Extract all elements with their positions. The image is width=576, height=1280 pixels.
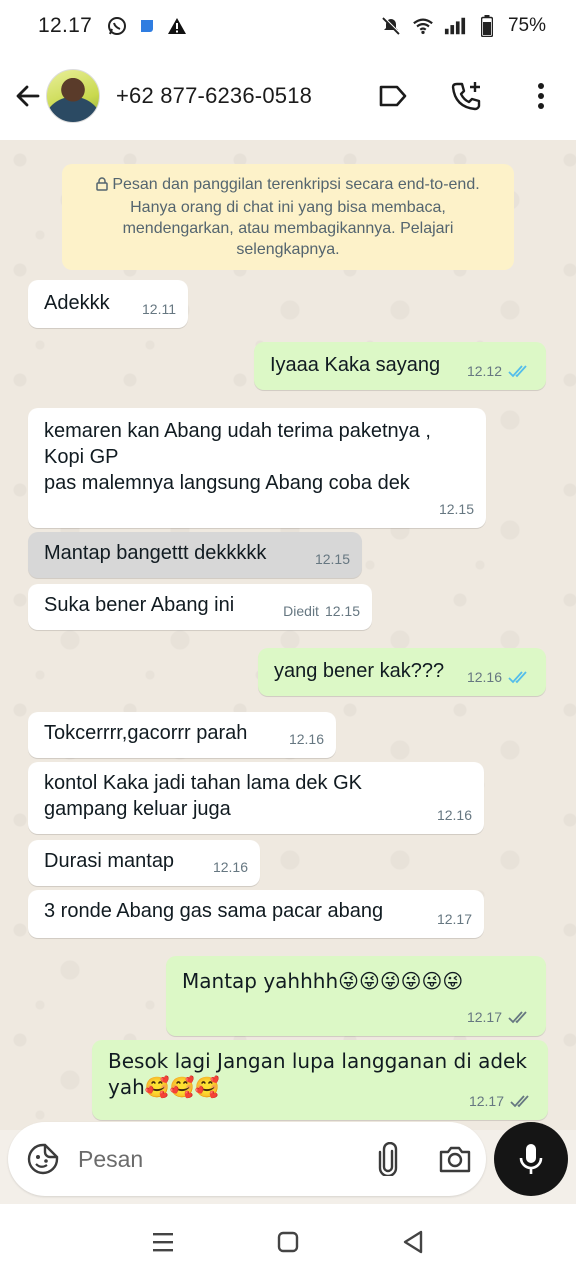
chat-area[interactable]: Pesan dan panggilan terenkripsi secara e… [0,140,576,1130]
message-time: 12.16 [212,859,248,875]
message-bubble-incoming[interactable]: Adekkk 12.11 [28,280,188,328]
message-time: 12.15 [438,501,474,517]
label-icon[interactable] [376,79,410,113]
emoji-sticker-icon[interactable] [26,1142,60,1176]
whatsapp-icon [106,15,128,37]
message-bubble-incoming-selected[interactable]: Mantap bangettt dekkkkk 12.15 [28,532,362,578]
message-bubble-incoming[interactable]: Tokcerrrr,gacorrr parah 12.16 [28,712,336,758]
lock-icon [96,176,109,197]
message-time: 12.17 [436,911,472,927]
message-time: 12.17 [468,1093,504,1109]
paperclip-icon[interactable] [376,1142,400,1176]
read-ticks-icon [508,365,527,378]
message-text: kemaren kan Abang udah terima paketnya ,… [44,420,431,494]
avatar[interactable] [46,69,100,123]
mic-icon [518,1142,544,1176]
message-bubble-outgoing[interactable]: Mantap yahhhh😜😜😜😜😜😜 12.17 [166,956,546,1036]
message-text: Tokcerrrr,gacorrr parah [44,722,248,744]
message-time: 12.15 [324,603,360,619]
wifi-icon [412,15,434,37]
chat-header: +62 877-6236-0518 [0,52,576,140]
signal-icon [444,15,466,37]
message-bubble-outgoing[interactable]: Iyaaa Kaka sayang 12.12 [254,342,546,390]
system-nav-bar [0,1204,576,1280]
recents-icon[interactable] [143,1222,183,1262]
app-icon [136,15,158,37]
encryption-text: Pesan dan panggilan terenkripsi secara e… [112,176,480,258]
message-input[interactable]: Pesan [78,1146,143,1173]
add-call-icon[interactable] [450,79,484,113]
back-arrow-icon[interactable] [10,78,46,114]
back-icon[interactable] [393,1222,433,1262]
sent-ticks-icon [510,1095,529,1108]
message-bubble-incoming[interactable]: Suka bener Abang ini Diedit 12.15 [28,584,372,630]
battery-icon [476,15,498,37]
status-time: 12.17 [38,14,93,37]
more-vert-icon[interactable] [524,79,558,113]
status-bar: 12.17 75% [0,0,576,52]
contact-name[interactable]: +62 877-6236-0518 [116,83,312,109]
message-time: 12.12 [466,363,502,379]
message-text: kontol Kaka jadi tahan lama dek GK gampa… [44,772,362,820]
message-composer[interactable]: Pesan [8,1122,486,1196]
message-text: 3 ronde Abang gas sama pacar abang [44,900,384,922]
message-text: Mantap yahhhh😜😜😜😜😜😜 [182,969,464,993]
mic-button[interactable] [494,1122,568,1196]
home-icon[interactable] [268,1222,308,1262]
message-bubble-incoming[interactable]: 3 ronde Abang gas sama pacar abang 12.17 [28,890,484,938]
message-time: 12.17 [466,1009,502,1025]
message-bubble-outgoing[interactable]: Besok lagi Jangan lupa langganan di adek… [92,1040,548,1120]
message-bubble-outgoing[interactable]: yang bener kak??? 12.16 [258,648,546,696]
message-text: Mantap bangettt dekkkkk [44,542,267,564]
warning-icon [166,15,188,37]
encryption-notice[interactable]: Pesan dan panggilan terenkripsi secara e… [62,164,514,270]
message-bubble-incoming[interactable]: kontol Kaka jadi tahan lama dek GK gampa… [28,762,484,834]
mute-icon [380,15,402,37]
message-time: 12.16 [466,669,502,685]
battery-percent: 75% [507,15,546,36]
message-time: 12.15 [314,551,350,567]
message-time: 12.11 [142,301,176,317]
sent-ticks-icon [508,1011,527,1024]
message-time: 12.16 [288,731,324,747]
message-time: 12.16 [436,807,472,823]
edited-label: Diedit [283,603,319,619]
message-bubble-incoming[interactable]: Durasi mantap 12.16 [28,840,260,886]
camera-icon[interactable] [438,1144,472,1174]
read-ticks-icon [508,671,527,684]
message-bubble-incoming[interactable]: kemaren kan Abang udah terima paketnya ,… [28,408,486,528]
